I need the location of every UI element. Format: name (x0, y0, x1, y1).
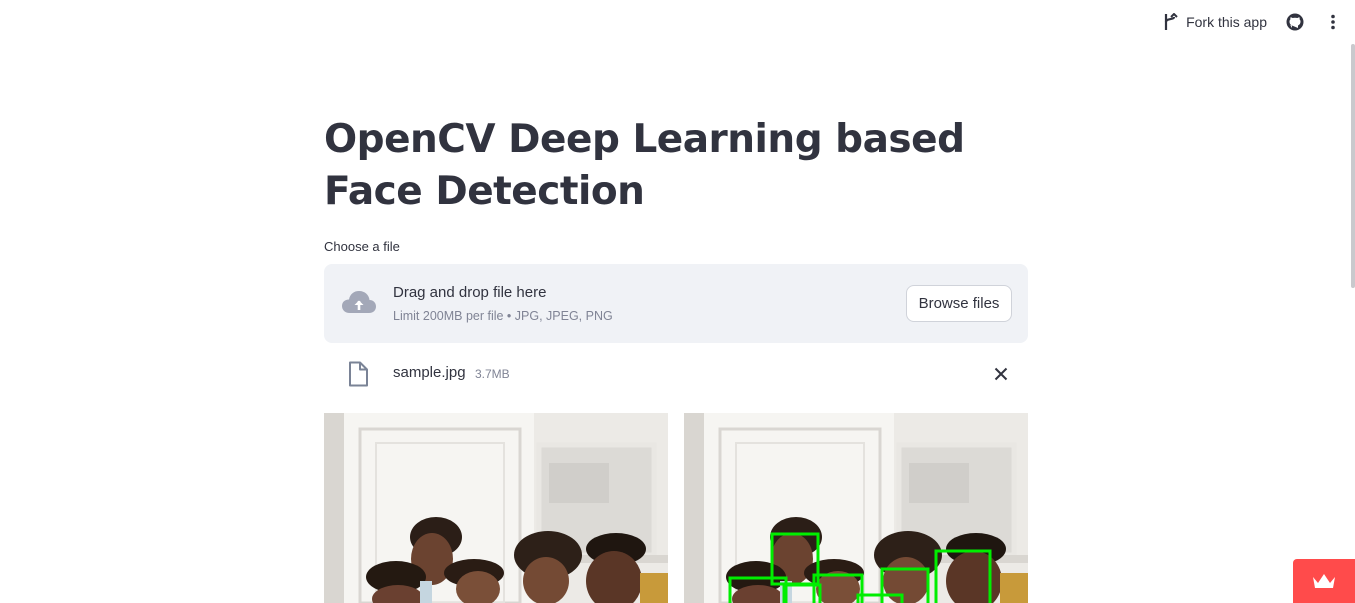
detected-faces-image (684, 413, 1028, 603)
fork-icon (1160, 12, 1180, 32)
remove-file-close-icon[interactable] (992, 365, 1010, 383)
app-toolbar: Fork this app (1160, 0, 1355, 44)
fork-app-label: Fork this app (1186, 14, 1267, 30)
uploaded-file-size: 3.7MB (475, 367, 510, 381)
file-icon (347, 361, 369, 387)
original-image (324, 413, 668, 603)
file-uploader-label: Choose a file (324, 239, 400, 254)
uploaded-file-item: sample.jpg 3.7MB (324, 357, 1028, 391)
dropzone-limit-text: Limit 200MB per file • JPG, JPEG, PNG (393, 309, 613, 323)
cloud-upload-icon (340, 288, 378, 318)
uploaded-file-name: sample.jpg (393, 364, 466, 381)
page-scrollbar[interactable] (1349, 0, 1355, 603)
github-icon[interactable] (1285, 12, 1305, 32)
file-dropzone[interactable]: Drag and drop file here Limit 200MB per … (324, 264, 1028, 343)
scrollbar-thumb[interactable] (1351, 44, 1355, 288)
page-title: OpenCV Deep Learning based Face Detectio… (324, 117, 965, 214)
crown-icon (1313, 574, 1335, 588)
browse-files-button[interactable]: Browse files (906, 285, 1012, 322)
fork-app-button[interactable]: Fork this app (1160, 12, 1267, 32)
streamlit-crown-badge[interactable] (1293, 559, 1355, 603)
more-vertical-icon[interactable] (1323, 12, 1343, 32)
dropzone-instructions: Drag and drop file here (393, 284, 547, 301)
